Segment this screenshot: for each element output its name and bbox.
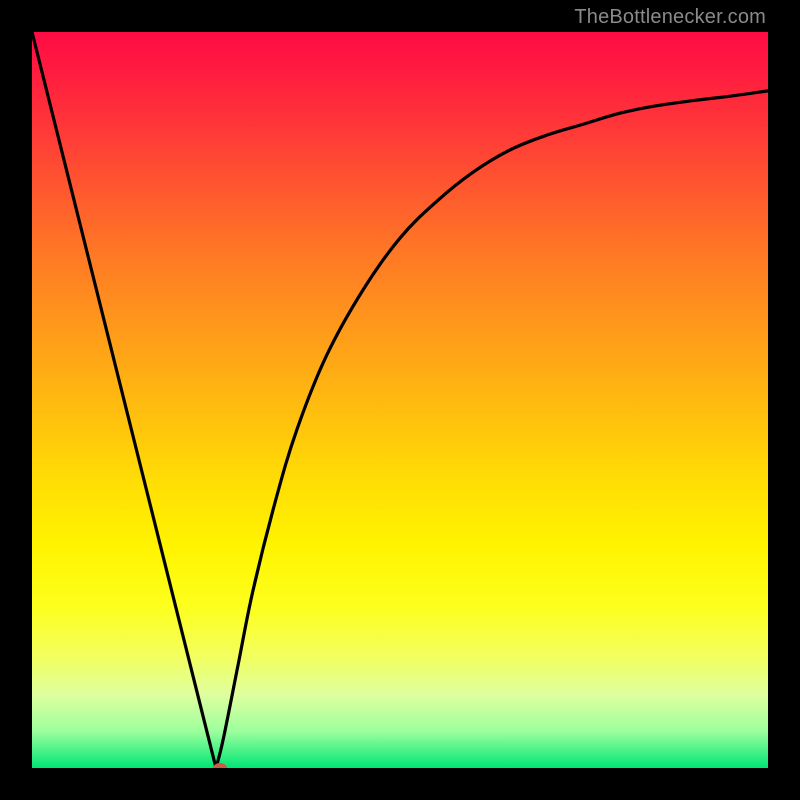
plot-area — [32, 32, 768, 768]
attribution-text: TheBottlenecker.com — [574, 6, 766, 29]
target-marker — [213, 763, 227, 768]
chart-frame: TheBottlenecker.com — [0, 0, 800, 800]
bottleneck-curve — [32, 32, 768, 768]
